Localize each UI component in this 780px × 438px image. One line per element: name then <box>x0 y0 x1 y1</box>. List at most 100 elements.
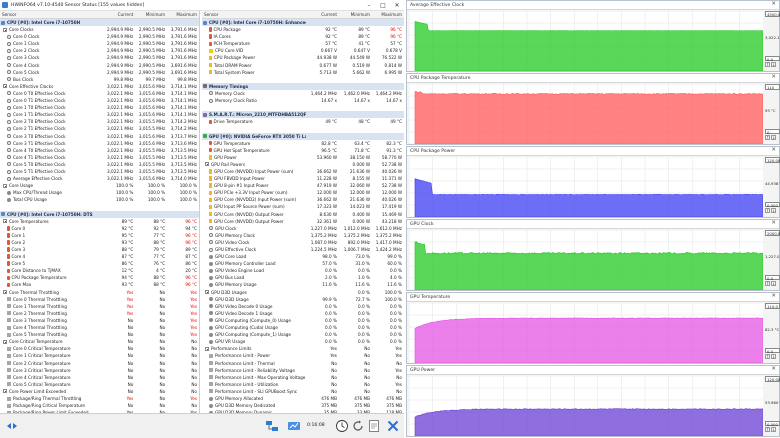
column-current[interactable]: Current <box>306 12 339 17</box>
sensor-row[interactable]: GPU Computing (Compute_0) Usage 0.0 % 0.0 … <box>202 317 404 324</box>
sensor-row[interactable]: Core Effective Clocks 3,022.1 MHz 3,015.6 … <box>0 83 199 90</box>
sensor-row[interactable]: GPU Power 53.960 W 38.150 W 58.770 W <box>202 154 404 161</box>
sensor-row[interactable]: Performance Limit - Power Yes No Yes <box>202 352 404 359</box>
reset-icon[interactable] <box>350 418 366 434</box>
graph-window[interactable]: CPU Package Power ✕ 120.000 44.938 W 0.000↑↓ <box>406 146 780 218</box>
scale-down-icon[interactable]: ↓ <box>771 62 776 67</box>
expand-toggle-icon[interactable] <box>3 27 7 32</box>
scale-up-icon[interactable]: ↑ <box>765 354 770 359</box>
expand-toggle-icon[interactable] <box>3 389 7 394</box>
sensor-group-header[interactable]: CPU [#0]: Intel Core i7-10750H <box>0 19 199 27</box>
sensor-row[interactable]: Core 5 T1 Effective Clock 3,022.1 MHz 3,01… <box>0 168 199 175</box>
column-minimum[interactable]: Minimum <box>339 12 372 17</box>
sensor-row[interactable]: Core 3 Critical Temperature No No No <box>0 367 199 374</box>
title-bar[interactable]: HWiNFO64 v7.10-4540 Sensor Status [155 v… <box>0 0 404 11</box>
column-maximum[interactable]: Maximum <box>167 12 199 17</box>
graph-window[interactable]: CPU Package Temperature ✕ 110 93 °C 0 ↑ ↓ <box>406 73 780 145</box>
sensor-row[interactable]: Total CPU Usage 100.0 % 100.0 % 100.0 % <box>0 196 199 203</box>
sensor-row[interactable]: CPU Core VID 0.667 V 0.647 V 0.678 V <box>202 47 404 54</box>
sensor-row[interactable]: Core 2 93 °C 88 °C 96 °C <box>0 239 199 246</box>
sensor-row[interactable]: Average Effective Clock 3,022.1 MHz 3,015.… <box>0 175 199 182</box>
sensor-row[interactable]: Core 0 Clock 2,994.9 MHz 2,990.5 MHz 3,791.… <box>0 33 199 40</box>
expand-toggle-icon[interactable] <box>3 339 7 344</box>
sensor-row[interactable]: GPU Video Decode 1 Usage 0.0 % 0.0 % 0.0 % <box>202 310 404 317</box>
graph-min-field[interactable]: 0.0 <box>765 274 780 280</box>
sensor-group-header[interactable]: GPU [#0]: NVIDIA GeForce RTX 3050 Ti Lap… <box>202 132 404 140</box>
close-icon[interactable]: ✕ <box>771 147 776 153</box>
sensor-row[interactable]: Package/Ring Critical Temperature No No No <box>0 402 199 409</box>
network-icon[interactable] <box>264 418 280 434</box>
sensor-row[interactable]: GPU Memory Clock 1,375.2 MHz 1,375.2 MHz 1,… <box>202 232 404 239</box>
graph-title-bar[interactable]: GPU Temperature ✕ <box>407 293 779 302</box>
scale-up-icon[interactable]: ↑ <box>765 281 770 286</box>
sensor-row[interactable]: Core Temperatures 89 °C 88 °C 96 °C <box>0 218 199 225</box>
sensor-row[interactable]: Core 2 Critical Temperature No No No <box>0 360 199 367</box>
sensor-row[interactable]: PCH Temperature 57 °C 41 °C 57 °C <box>202 40 404 47</box>
sensor-row[interactable]: Package/Ring Thermal Throttling Yes No Yes <box>0 395 199 402</box>
sensor-row[interactable]: Performance Limit - Utilization No No Yes <box>202 381 404 388</box>
sensor-row[interactable]: Core 3 T0 Effective Clock 3,022.1 MHz 3,01… <box>0 133 199 140</box>
maximize-icon[interactable]: □ <box>376 0 390 11</box>
sensor-list-left[interactable]: Sensor Current Minimum Maximum CPU [#0]:… <box>0 11 200 413</box>
sensor-row[interactable]: Core 2 T1 Effective Clock 3,022.1 MHz 3,01… <box>0 125 199 132</box>
sensor-row[interactable]: Core 5 T0 Effective Clock 3,022.1 MHz 3,01… <box>0 161 199 168</box>
graph-min-field[interactable]: 0 <box>765 128 780 134</box>
sensor-row[interactable]: Performance Limit - Thermal No No No <box>202 360 404 367</box>
graph-title-bar[interactable]: CPU Package Power ✕ <box>407 147 779 156</box>
expand-toggle-icon[interactable] <box>205 290 209 295</box>
close-icon[interactable]: ✕ <box>771 366 776 372</box>
sensor-row[interactable]: GPU D3D Usage 99.9 % 72.7 % 100.0 % <box>202 296 404 303</box>
graph-min-field[interactable]: 0.0 <box>765 347 780 353</box>
sensor-row[interactable]: GPU Input PP Source Power (sum) 17.323 W 1… <box>202 203 404 210</box>
sensor-row[interactable]: GPU PCIe +3.3V Input Power (sum) 12.000 W… <box>202 189 404 196</box>
graph-window[interactable]: GPU Temperature ✕ 110.0 82.3 °C 0.0 ↑ ↓ <box>406 292 780 364</box>
sensor-row[interactable]: Core 5 86 °C 76 °C 86 °C <box>0 260 199 267</box>
graph-min-field[interactable]: 0.000 <box>765 420 780 426</box>
sensor-row[interactable]: Core Critical Temperature No No No <box>0 338 199 345</box>
sensor-row[interactable]: Performance Limit - Reliability Voltage N… <box>202 367 404 374</box>
sensor-row[interactable]: GPU VR Usage 0.0 % 0.0 % 0.0 % <box>202 338 404 345</box>
sensor-row[interactable]: GPU Core (NVVDD2) Input Power (sum) 36.66… <box>202 196 404 203</box>
sensor-row[interactable]: GPU Clock 1,227.0 MHz 1,012.0 MHz 1,612.0 M… <box>202 225 404 232</box>
sensor-row[interactable]: Memory Clock Ratio 14.67 x 14.67 x 14.67 x <box>202 97 404 104</box>
sensor-row[interactable]: Core 5 Thermal Throttling No No Yes <box>0 331 199 338</box>
sensor-row[interactable]: Core Clocks 2,994.9 MHz 2,990.5 MHz 3,791.6… <box>0 26 199 33</box>
scale-up-icon[interactable]: ↑ <box>765 208 770 213</box>
sensor-row[interactable]: Performance Limit - Max Operating Voltag… <box>202 374 404 381</box>
sensor-row[interactable]: Core 4 Thermal Throttling No No Yes <box>0 324 199 331</box>
sensor-group-header[interactable]: CPU [#0]: Intel Core i7-10750H: Enhanced <box>202 19 404 27</box>
sensor-row[interactable]: GPU Video Clock 1,087.0 MHz 892.0 MHz 1,417… <box>202 239 404 246</box>
clock-icon[interactable] <box>334 418 350 434</box>
sensor-row[interactable]: Drive Temperature 49 °C 48 °C 49 °C <box>202 118 404 125</box>
sensor-row[interactable]: Core 0 T0 Effective Clock 3,022.1 MHz 3,01… <box>0 90 199 97</box>
scale-down-icon[interactable]: ↓ <box>771 208 776 213</box>
sensor-row[interactable]: GPU FBVDD Input Power 11.228 W 8.155 W 11.3… <box>202 175 404 182</box>
graph-title-bar[interactable]: CPU Package Temperature ✕ <box>407 74 779 83</box>
graph-window[interactable]: GPU Clock ✕ 2000.0 1,227.0 MHz 0.0↑↓ <box>406 219 780 291</box>
sensor-group-header[interactable]: Memory Timings <box>202 82 404 90</box>
graph-max-field[interactable]: 110 <box>765 84 780 90</box>
expand-arrows-icon[interactable] <box>4 418 20 434</box>
sensor-row[interactable]: Core 1 Critical Temperature No No No <box>0 352 199 359</box>
close-icon[interactable]: ✕ <box>771 74 776 80</box>
sensor-row[interactable]: CPU Package 92 °C 89 °C 96 °C <box>202 26 404 33</box>
scale-down-icon[interactable]: ↓ <box>771 281 776 286</box>
graph-min-field[interactable]: 0.000 <box>765 201 780 207</box>
sensor-row[interactable]: Core 2 T0 Effective Clock 3,022.1 MHz 3,01… <box>0 118 199 125</box>
close-icon[interactable]: ✕ <box>771 1 776 7</box>
graph-max-field[interactable]: 2000.0 <box>765 230 780 236</box>
sensor-list-right[interactable]: Sensor Current Minimum Maximum CPU [#0]:… <box>202 11 404 413</box>
sensor-row[interactable]: Core 4 T1 Effective Clock 3,022.1 MHz 3,01… <box>0 154 199 161</box>
sensor-row[interactable]: Core 2 Thermal Throttling Yes No Yes <box>0 310 199 317</box>
sensor-summary-icon[interactable] <box>286 418 302 434</box>
sensor-row[interactable]: CPU Package Power 44.938 W 44.549 W 76.522 … <box>202 54 404 61</box>
sensor-row[interactable]: Core 4 Critical Temperature No No No <box>0 374 199 381</box>
sensor-row[interactable]: Max CPU/Thread Usage 100.0 % 100.0 % 100.0 … <box>0 189 199 196</box>
close-sensors-icon[interactable] <box>385 418 401 434</box>
sensor-row[interactable]: Core Thermal Throttling Yes No Yes <box>0 289 199 296</box>
sensor-row[interactable]: Performance Limit - SLI GPUBoost Sync No N… <box>202 388 404 395</box>
graph-window[interactable]: GPU Power ✕ 120.000 53.960 W 0.000↑↓ <box>406 365 780 437</box>
sensor-row[interactable]: Memory Clock 1,464.2 MHz 1,462.0 MHz 1,464.… <box>202 90 404 97</box>
sensor-row[interactable]: Core 1 T0 Effective Clock 3,022.1 MHz 3,01… <box>0 104 199 111</box>
sensor-row[interactable]: Total DRAM Power 0.677 W 0.519 W 0.814 W <box>202 62 404 69</box>
